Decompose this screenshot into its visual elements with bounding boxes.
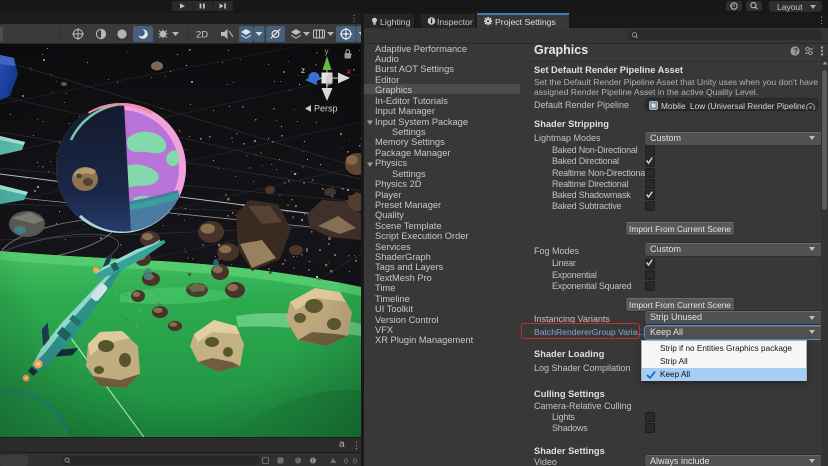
svg-text:0: 0: [353, 459, 357, 466]
svg-text:x: x: [347, 67, 351, 76]
svg-text:z: z: [301, 66, 305, 75]
svg-text:Persp: Persp: [314, 104, 338, 114]
svg-text:y: y: [325, 47, 329, 56]
svg-text:0: 0: [344, 459, 348, 466]
svg-text:2D: 2D: [196, 30, 208, 41]
svg-text:?: ?: [793, 47, 798, 56]
